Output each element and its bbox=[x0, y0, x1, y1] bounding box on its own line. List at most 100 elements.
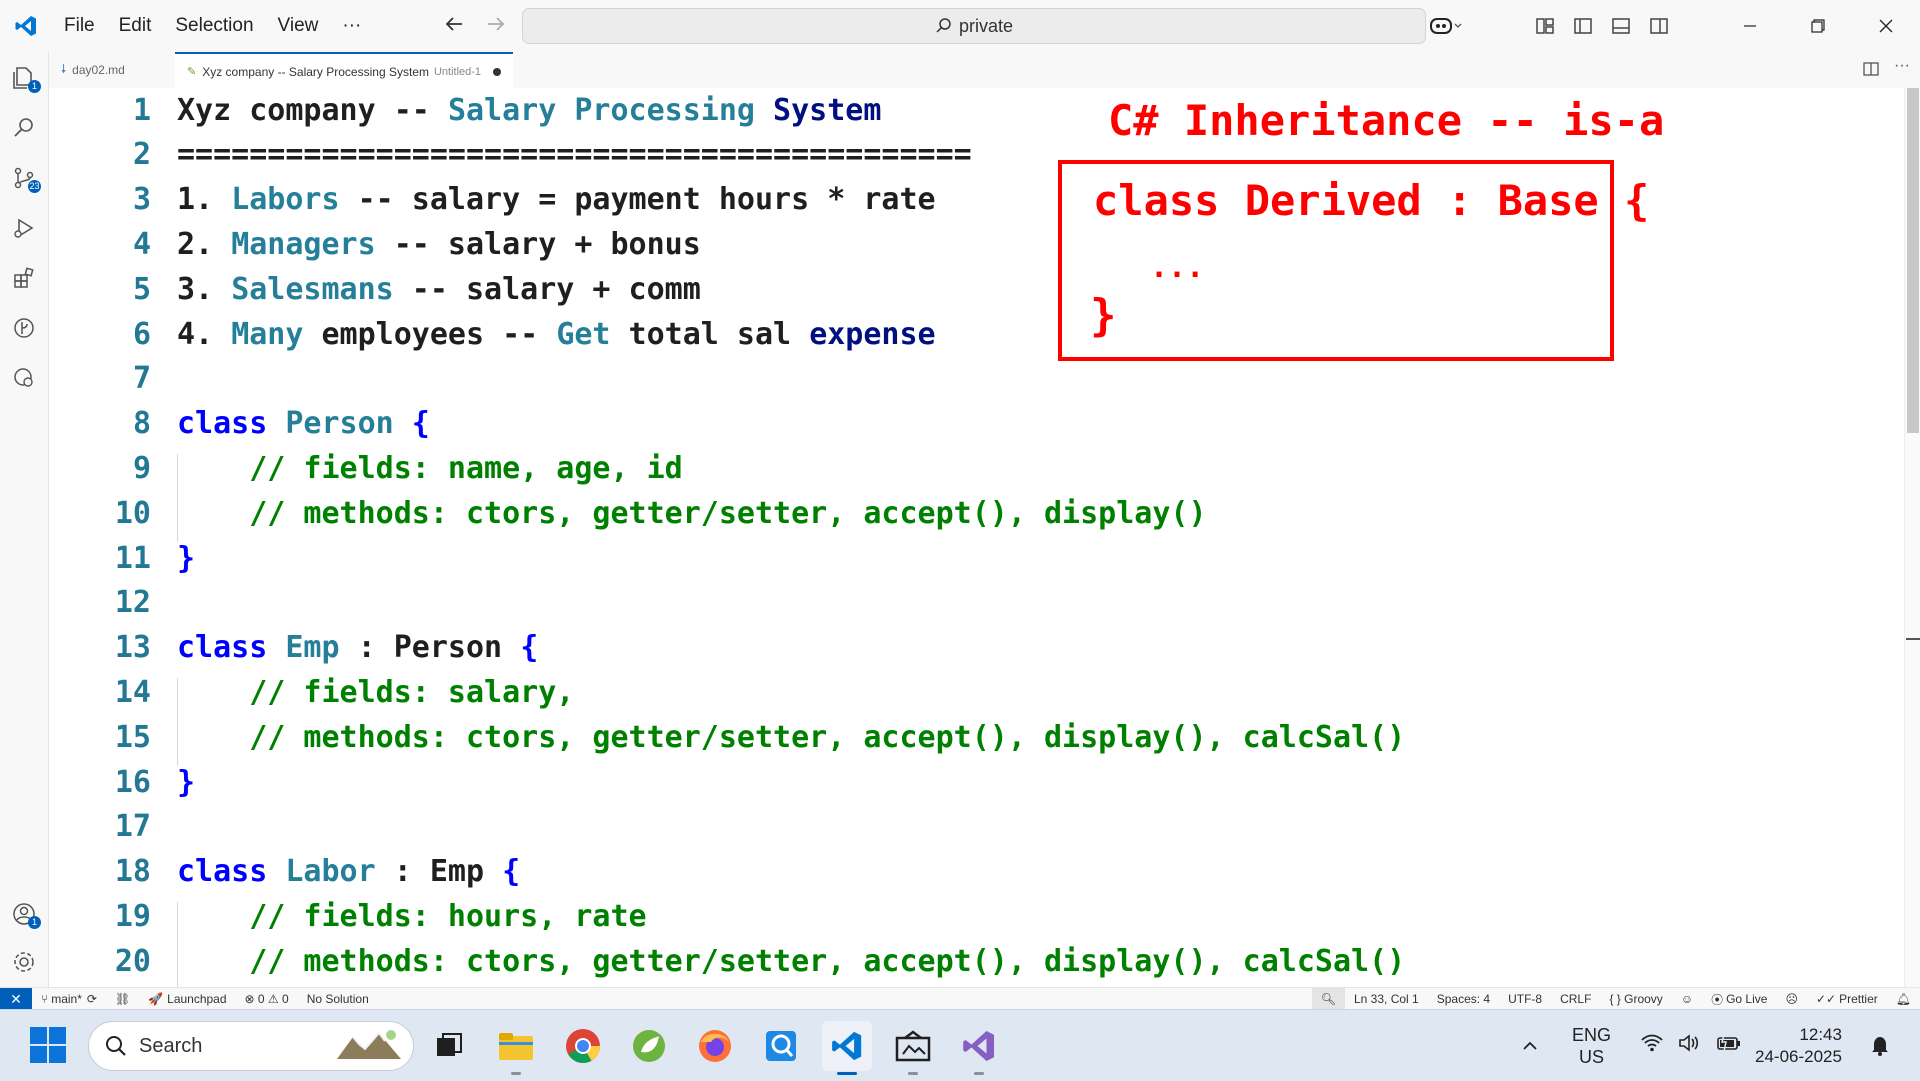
run-debug-icon[interactable] bbox=[0, 204, 48, 252]
command-center[interactable]: private bbox=[522, 8, 1426, 44]
accounts-icon[interactable]: 1 bbox=[0, 890, 48, 938]
notifications-bell-icon[interactable]: 🔔︎ bbox=[1887, 988, 1920, 1010]
tab-untitled-1[interactable]: ✎ Xyz company -- Salary Processing Syste… bbox=[175, 52, 514, 89]
code-token: { bbox=[520, 630, 539, 666]
file-explorer-app-icon[interactable] bbox=[491, 1021, 541, 1075]
taskbar-search-box[interactable]: Search bbox=[88, 1021, 414, 1071]
language-mode[interactable]: { } Groovy bbox=[1600, 988, 1671, 1010]
scrollbar-thumb[interactable] bbox=[1907, 88, 1919, 433]
line-number: 18 bbox=[114, 854, 151, 890]
branch-indicator[interactable]: ⑂ main* ⟳ bbox=[32, 988, 106, 1010]
code-line[interactable]: 12 bbox=[49, 581, 177, 625]
code-line[interactable]: 3 1. Labors -- salary = payment hours * r… bbox=[49, 178, 936, 222]
input-language-indicator[interactable]: ENG US bbox=[1572, 1024, 1611, 1068]
explorer-icon[interactable]: 1 bbox=[0, 54, 48, 102]
forward-arrow-icon[interactable] bbox=[485, 13, 507, 40]
close-button[interactable] bbox=[1852, 0, 1920, 52]
git-icon[interactable]: ⛓ bbox=[106, 988, 139, 1010]
zoom-icon[interactable]: 🔍︎ bbox=[1311, 988, 1345, 1010]
code-token: } bbox=[177, 764, 196, 800]
code-line[interactable]: 6 4. Many employees -- Get total sal expe… bbox=[49, 312, 936, 356]
volume-icon[interactable] bbox=[1678, 1033, 1702, 1058]
screen-tool-app-icon[interactable] bbox=[756, 1021, 806, 1071]
battery-charging-icon[interactable] bbox=[1716, 1033, 1742, 1058]
code-line[interactable]: 18 class Labor : Emp { bbox=[49, 850, 520, 894]
copilot-icon[interactable] bbox=[1416, 0, 1476, 52]
code-line[interactable]: 17 bbox=[49, 805, 177, 849]
menu-file[interactable]: File bbox=[52, 8, 107, 44]
code-line[interactable]: 1 Xyz company -- Salary Processing System bbox=[49, 88, 881, 132]
search-icon[interactable] bbox=[0, 104, 48, 152]
code-line[interactable]: 16} bbox=[49, 760, 195, 804]
windows-taskbar: Search ENG US 12:43 24-06-2025 bbox=[0, 1009, 1920, 1081]
spring-tools-app-icon[interactable] bbox=[624, 1021, 674, 1071]
end-of-line[interactable]: CRLF bbox=[1551, 988, 1600, 1010]
code-line[interactable]: 19 // fields: hours, rate bbox=[49, 894, 647, 938]
code-line[interactable]: 20 // methods: ctors, getter/setter, acc… bbox=[49, 939, 1405, 983]
system-clock[interactable]: 12:43 24-06-2025 bbox=[1755, 1024, 1842, 1068]
wifi-icon[interactable] bbox=[1640, 1033, 1664, 1058]
encoding[interactable]: UTF-8 bbox=[1499, 988, 1551, 1010]
problems-indicator[interactable]: ⊗ 0 ⚠ 0 bbox=[236, 988, 298, 1010]
solution-indicator[interactable]: No Solution bbox=[298, 988, 378, 1010]
code-token: Labors bbox=[231, 182, 340, 218]
code-token: company bbox=[249, 92, 394, 128]
menu-more[interactable]: ··· bbox=[330, 8, 373, 44]
title-bar: File Edit Selection View ··· private bbox=[0, 0, 1920, 53]
remote-explorer-icon[interactable] bbox=[0, 354, 48, 402]
vertical-scrollbar[interactable] bbox=[1904, 88, 1920, 987]
prettier-status[interactable]: ✓✓ Prettier bbox=[1807, 988, 1887, 1010]
toggle-primary-sidebar-icon[interactable] bbox=[1564, 0, 1602, 52]
show-hidden-icons-icon[interactable] bbox=[1520, 1010, 1540, 1081]
more-actions-icon[interactable]: ··· bbox=[1894, 57, 1910, 75]
code-line[interactable]: 13 class Emp : Person { bbox=[49, 626, 538, 670]
remote-indicator-icon[interactable]: ✕ bbox=[0, 988, 32, 1010]
line-number: 6 bbox=[132, 316, 151, 352]
restore-button[interactable] bbox=[1784, 0, 1852, 52]
language-code: ENG bbox=[1572, 1025, 1612, 1045]
indentation[interactable]: Spaces: 4 bbox=[1428, 988, 1499, 1010]
system-tray[interactable] bbox=[1640, 1010, 1742, 1081]
code-line[interactable]: 9 // fields: name, age, id bbox=[49, 446, 683, 490]
unsaved-dot-icon[interactable] bbox=[493, 67, 502, 76]
code-line[interactable]: 7 bbox=[49, 357, 177, 401]
extensions-icon[interactable] bbox=[0, 254, 48, 302]
source-control-icon[interactable]: 23 bbox=[0, 154, 48, 202]
menu-edit[interactable]: Edit bbox=[107, 8, 164, 44]
settings-gear-icon[interactable] bbox=[0, 938, 48, 986]
notification-center-icon[interactable] bbox=[1868, 1010, 1892, 1081]
code-line[interactable]: 14 // fields: salary, bbox=[49, 670, 574, 714]
copilot-status-icon[interactable]: ☺ bbox=[1672, 988, 1702, 1010]
feedback-icon[interactable]: ☹ bbox=[1776, 988, 1807, 1010]
visual-studio-app-icon[interactable] bbox=[954, 1021, 1004, 1075]
code-line[interactable]: 10 // methods: ctors, getter/setter, acc… bbox=[49, 491, 1207, 535]
go-live-button[interactable]: ⦿ Go Live bbox=[1702, 988, 1776, 1010]
back-arrow-icon[interactable] bbox=[443, 13, 465, 40]
vscode-app-icon[interactable] bbox=[822, 1021, 872, 1075]
code-line[interactable]: 15 // methods: ctors, getter/setter, acc… bbox=[49, 715, 1405, 759]
windows-start-button[interactable] bbox=[30, 1027, 66, 1068]
launchpad-item[interactable]: 🚀 Launchpad bbox=[139, 988, 235, 1010]
cursor-position[interactable]: Ln 33, Col 1 bbox=[1345, 988, 1428, 1010]
task-view-app-icon[interactable] bbox=[424, 1021, 474, 1071]
git-graph-icon[interactable] bbox=[0, 304, 48, 352]
code-token: Emp bbox=[285, 630, 340, 666]
customize-layout-icon[interactable] bbox=[1526, 0, 1564, 52]
split-editor-icon[interactable] bbox=[1862, 60, 1880, 83]
double-check-icon: ✓✓ bbox=[1815, 992, 1837, 1006]
firefox-app-icon[interactable] bbox=[690, 1021, 740, 1071]
code-line[interactable]: 5 3. Salesmans -- salary + comm bbox=[49, 267, 701, 311]
line-number: 16 bbox=[114, 764, 151, 800]
projector-app-icon[interactable] bbox=[888, 1021, 938, 1075]
menu-view[interactable]: View bbox=[266, 8, 331, 44]
menu-selection[interactable]: Selection bbox=[163, 8, 265, 44]
code-line[interactable]: 11} bbox=[49, 536, 195, 580]
toggle-panel-icon[interactable] bbox=[1602, 0, 1640, 52]
code-line[interactable]: 8 class Person { bbox=[49, 402, 430, 446]
code-line[interactable]: 4 2. Managers -- salary + bonus bbox=[49, 222, 701, 266]
minimize-button[interactable] bbox=[1716, 0, 1784, 52]
toggle-secondary-sidebar-icon[interactable] bbox=[1640, 0, 1678, 52]
chrome-app-icon[interactable] bbox=[558, 1021, 608, 1071]
code-line[interactable]: 2 =======================================… bbox=[49, 133, 972, 177]
scrollbar-cursor-marker bbox=[1906, 638, 1920, 640]
